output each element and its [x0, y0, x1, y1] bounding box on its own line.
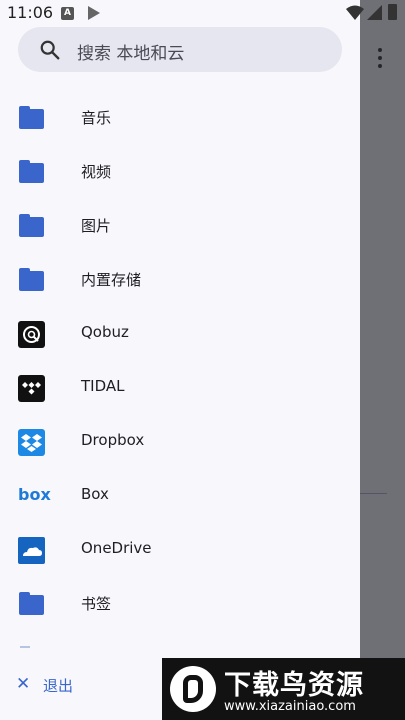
- status-time: 11:06: [7, 3, 54, 22]
- folder-icon: [18, 105, 45, 132]
- search-bar[interactable]: 搜索 本地和云: [18, 27, 342, 72]
- navigation-drawer: 搜索 本地和云 音乐 视频 图片 内置存储 Qobuz TIDAL Dropbo…: [0, 0, 360, 720]
- more-options-icon[interactable]: [374, 48, 386, 70]
- folder-icon: [18, 159, 45, 186]
- close-icon: ✕: [16, 674, 31, 694]
- watermark-url: www.xiazainiao.com: [224, 699, 356, 714]
- play-notification-icon: [88, 6, 100, 20]
- nav-item-label: OneDrive: [81, 539, 152, 557]
- nav-item-label: Qobuz: [81, 323, 129, 341]
- box-icon: box: [18, 485, 51, 504]
- nav-list: 音乐 视频 图片 内置存储 Qobuz TIDAL Dropbox box Bo…: [0, 91, 360, 631]
- nav-item-bookmarks[interactable]: 书签: [0, 577, 360, 631]
- nav-item-tidal[interactable]: TIDAL: [0, 361, 360, 415]
- watermark-title: 下载鸟资源: [224, 670, 364, 701]
- nav-item-onedrive[interactable]: OneDrive: [0, 523, 360, 577]
- nav-item-internal-storage[interactable]: 内置存储: [0, 253, 360, 307]
- nav-item-box[interactable]: box Box: [0, 469, 360, 523]
- nav-item-music[interactable]: 音乐: [0, 91, 360, 145]
- nav-item-videos[interactable]: 视频: [0, 145, 360, 199]
- battery-icon: [388, 4, 397, 20]
- nav-item-label: 书签: [81, 595, 112, 613]
- nav-item-label: Dropbox: [81, 431, 145, 449]
- tidal-icon: [18, 375, 45, 402]
- drawer-scrim[interactable]: [360, 0, 405, 720]
- nav-item-label: TIDAL: [81, 377, 125, 395]
- onedrive-icon: [18, 537, 45, 564]
- folder-icon: [18, 267, 45, 294]
- folder-icon: [18, 213, 45, 240]
- logout-label: 退出: [43, 677, 74, 695]
- background-divider: [360, 493, 387, 494]
- nav-item-qobuz[interactable]: Qobuz: [0, 307, 360, 361]
- search-placeholder: 搜索 本地和云: [77, 44, 185, 64]
- folder-icon: [18, 591, 45, 618]
- partially-visible-item: [20, 646, 30, 648]
- qobuz-icon: [18, 321, 45, 348]
- nav-item-pictures[interactable]: 图片: [0, 199, 360, 253]
- nav-item-label: 内置存储: [81, 271, 142, 289]
- bird-logo-icon: [170, 666, 216, 712]
- status-bar: 11:06 A: [0, 0, 405, 28]
- a-notification-icon: A: [61, 7, 74, 20]
- signal-icon: [367, 5, 382, 20]
- nav-item-label: 图片: [81, 217, 112, 235]
- watermark-banner: 下载鸟资源 www.xiazainiao.com: [162, 658, 405, 720]
- dropbox-icon: [18, 429, 45, 456]
- wifi-icon: [346, 5, 364, 20]
- nav-item-dropbox[interactable]: Dropbox: [0, 415, 360, 469]
- nav-item-label: Box: [81, 485, 109, 503]
- search-icon: [40, 40, 60, 60]
- nav-item-label: 音乐: [81, 109, 112, 127]
- nav-item-label: 视频: [81, 163, 112, 181]
